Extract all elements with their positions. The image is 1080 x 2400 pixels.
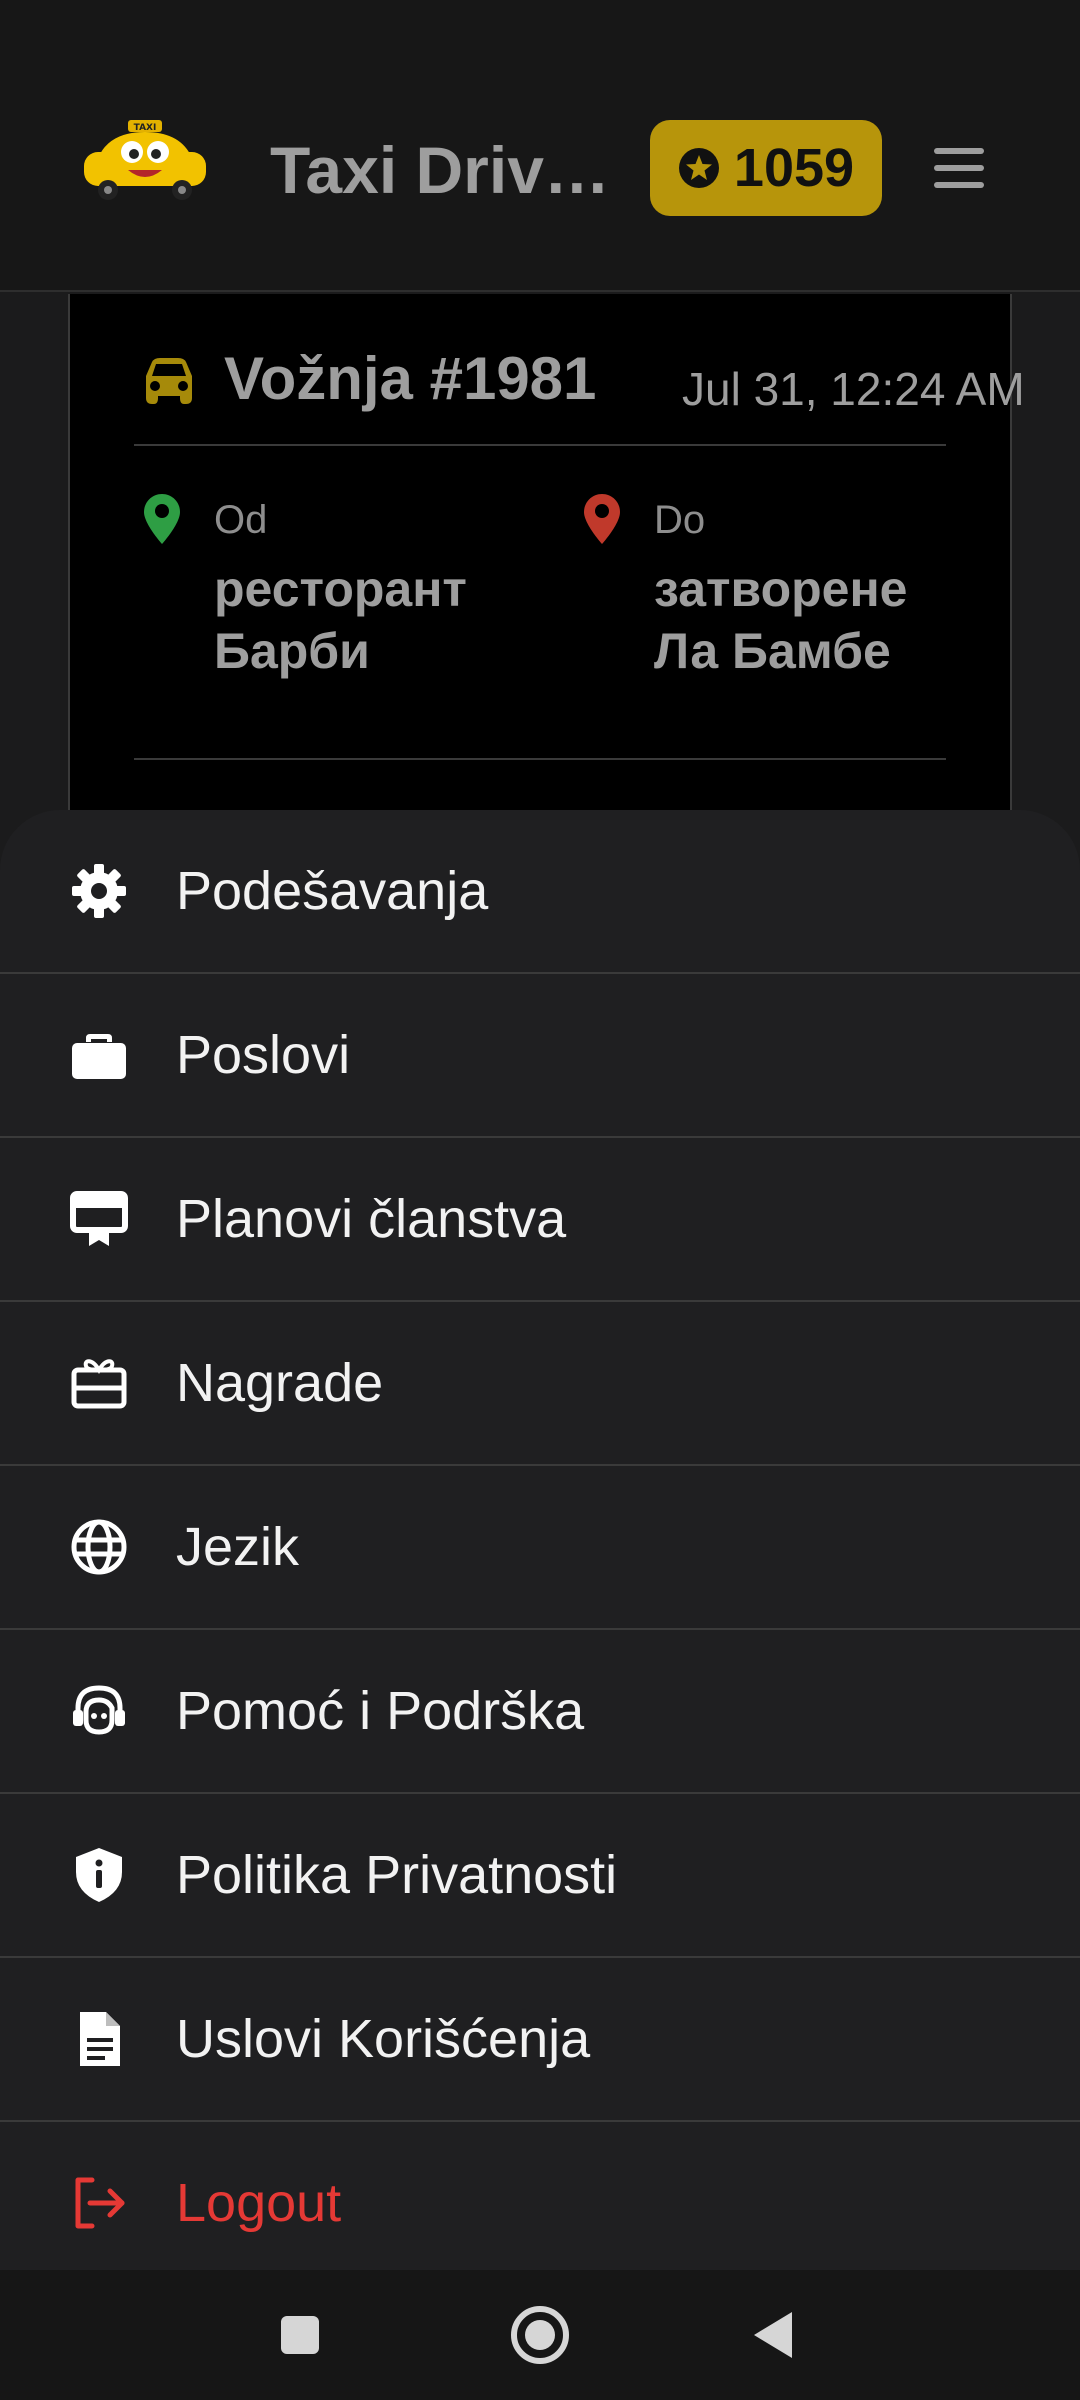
dropoff-label: Do [654, 498, 706, 542]
recents-button[interactable] [265, 2300, 335, 2370]
star-icon [678, 148, 719, 188]
app-header: TAXI Taxi Driver Loyalty 1059 [0, 0, 1080, 292]
menu-item-jobs[interactable]: Poslovi [0, 974, 1080, 1138]
menu-item-label: Politika Privatnosti [176, 1845, 618, 1905]
menu-icon[interactable] [934, 148, 984, 188]
ride-title: Vožnja #1981 [224, 345, 597, 412]
menu-item-settings[interactable]: Podešavanja [0, 810, 1080, 974]
points-badge[interactable]: 1059 [650, 120, 882, 216]
system-nav-bar [0, 2270, 1080, 2400]
dropoff-name: затворене Ла Бамбе [654, 561, 908, 679]
menu-item-language[interactable]: Jezik [0, 1466, 1080, 1630]
pickup-pin-icon [144, 494, 180, 544]
svg-text:TAXI: TAXI [134, 123, 157, 133]
document-icon [80, 2012, 120, 2066]
ride-datetime: Jul 31, 12:24 AM [682, 363, 1025, 415]
menu-item-terms[interactable]: Uslovi Korišćenja [0, 1958, 1080, 2122]
dropoff-pin-icon [584, 494, 620, 544]
car-icon [146, 358, 192, 404]
menu-item-label: Logout [176, 2173, 342, 2233]
membership-card-icon [70, 1191, 128, 1246]
menu-item-label: Podešavanja [176, 861, 489, 921]
menu-item-label: Uslovi Korišćenja [176, 2009, 591, 2069]
menu-item-label: Pomoć i Podrška [176, 1681, 585, 1741]
pickup-name: ресторант Барби [214, 561, 467, 679]
divider [134, 758, 946, 760]
menu-item-membership[interactable]: Planovi članstva [0, 1138, 1080, 1302]
taxi-logo: TAXI [84, 120, 206, 200]
menu-item-privacy[interactable]: Politika Privatnosti [0, 1794, 1080, 1958]
home-button[interactable] [500, 2295, 580, 2375]
app-title: Taxi Driver Loyalty [270, 133, 646, 207]
divider [134, 444, 946, 446]
ride-card[interactable]: Vožnja #1981 Jul 31, 12:24 AM Od рестора… [68, 294, 1025, 854]
menu-item-label: Planovi članstva [176, 1189, 567, 1249]
pickup-label: Od [214, 498, 268, 542]
back-button[interactable] [740, 2300, 810, 2370]
menu-item-label: Jezik [176, 1517, 300, 1577]
ride-card-header: Vožnja #1981 Jul 31, 12:24 AM [142, 324, 1025, 415]
menu-item-support[interactable]: Pomoć i Podrška [0, 1630, 1080, 1794]
globe-icon [71, 1519, 127, 1575]
shield-icon [76, 1848, 122, 1902]
menu-item-label: Nagrade [176, 1353, 384, 1413]
headset-icon [73, 1685, 125, 1735]
menu-sheet: Podešavanja Poslovi Planovi članstva Nag… [0, 810, 1080, 2270]
points-value: 1059 [733, 138, 855, 198]
menu-item-label: Poslovi [176, 1025, 351, 1085]
briefcase-icon [72, 1034, 126, 1079]
menu-item-logout[interactable]: Logout [0, 2122, 1080, 2270]
gear-icon [72, 864, 126, 918]
logout-icon [75, 2177, 125, 2229]
gift-icon [71, 1359, 127, 1409]
menu-item-rewards[interactable]: Nagrade [0, 1302, 1080, 1466]
